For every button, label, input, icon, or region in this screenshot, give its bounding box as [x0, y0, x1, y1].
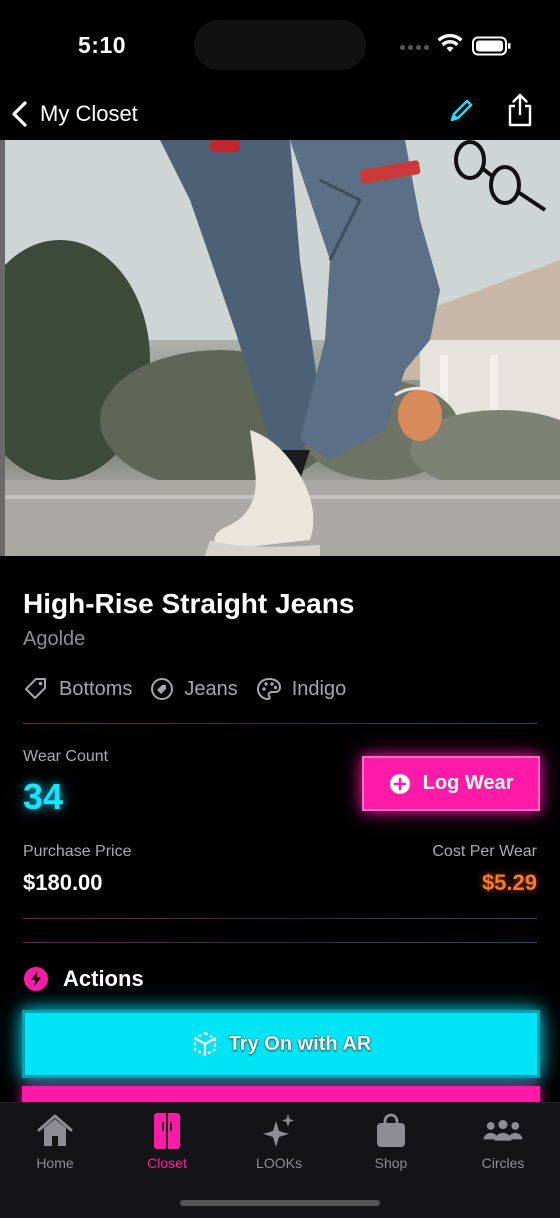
- tab-shop-label: Shop: [374, 1155, 408, 1171]
- item-brand: Agolde: [23, 628, 86, 650]
- cost-per-wear-label: Cost Per Wear: [432, 843, 537, 860]
- plus-circle-icon: [389, 773, 410, 794]
- tab-looks[interactable]: LOOKs: [234, 1111, 324, 1171]
- tab-looks-label: LOOKs: [256, 1155, 302, 1171]
- cost-per-wear-value: $5.29: [481, 870, 537, 895]
- item-title: High-Rise Straight Jeans: [23, 588, 355, 619]
- signal-dots-icon: [400, 45, 429, 50]
- badge-tag-icon: [151, 678, 174, 700]
- bolt-icon: [24, 967, 48, 991]
- share-button[interactable]: [502, 90, 538, 130]
- tag-category-label: Bottoms: [59, 677, 133, 700]
- tag-color: Indigo: [256, 677, 347, 701]
- divider: [23, 918, 537, 919]
- people-icon: [483, 1120, 523, 1141]
- back-label: My Closet: [40, 101, 138, 126]
- log-wear-label: Log Wear: [422, 772, 514, 794]
- divider: [23, 723, 537, 724]
- tab-shop[interactable]: Shop: [346, 1111, 436, 1171]
- tag-type: Jeans: [150, 677, 238, 701]
- chevron-left-icon: [12, 101, 27, 127]
- share-icon: [508, 93, 532, 127]
- tag-category: Bottoms: [23, 676, 132, 702]
- tab-closet[interactable]: Closet: [122, 1111, 212, 1171]
- battery-icon: [472, 36, 511, 56]
- tag-color-label: Indigo: [291, 677, 347, 700]
- palette-icon: [256, 677, 281, 701]
- tag-icon: [25, 678, 46, 699]
- status-bar: 5:10: [0, 0, 560, 90]
- actions-header: Actions: [23, 966, 144, 992]
- tab-circles-label: Circles: [481, 1155, 525, 1171]
- wifi-icon: [437, 34, 463, 52]
- nav-bar: My Closet: [0, 88, 560, 138]
- shopping-bag-icon: [377, 1113, 405, 1147]
- closet-icon: [154, 1113, 180, 1149]
- item-tags: Bottoms Jeans Indigo: [23, 674, 364, 704]
- tab-closet-label: Closet: [147, 1155, 187, 1171]
- divider: [23, 942, 537, 943]
- wear-count-label: Wear Count: [23, 748, 109, 765]
- tag-type-label: Jeans: [184, 677, 238, 700]
- actions-title: Actions: [63, 966, 144, 991]
- dynamic-island: [194, 20, 366, 70]
- pencil-icon: [450, 99, 473, 122]
- item-photo: [0, 140, 560, 556]
- purchase-price-value: $180.00: [23, 870, 103, 895]
- try-on-ar-label: Try On with AR: [228, 1032, 372, 1055]
- tab-home-label: Home: [36, 1155, 74, 1171]
- status-time: 5:10: [78, 32, 127, 58]
- log-wear-button[interactable]: Log Wear: [362, 756, 540, 811]
- try-on-ar-button[interactable]: Try On with AR: [22, 1010, 540, 1078]
- ar-cube-icon: [193, 1031, 216, 1057]
- edit-button[interactable]: [444, 94, 478, 128]
- tab-home[interactable]: Home: [10, 1111, 100, 1171]
- sparkles-icon: [263, 1114, 294, 1147]
- house-icon: [37, 1114, 73, 1146]
- back-button[interactable]: My Closet: [10, 94, 138, 134]
- tab-circles[interactable]: Circles: [458, 1111, 548, 1171]
- wear-count-value: 34: [23, 776, 64, 817]
- purchase-price-label: Purchase Price: [23, 843, 132, 860]
- home-indicator: [180, 1200, 380, 1206]
